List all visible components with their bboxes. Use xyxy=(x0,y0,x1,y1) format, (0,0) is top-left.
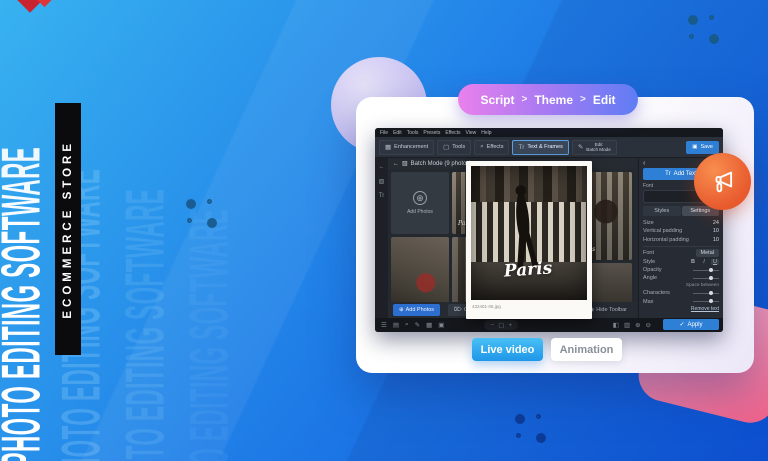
menu-file[interactable]: File xyxy=(380,130,388,136)
dots-pattern-left xyxy=(186,199,218,229)
step-script[interactable]: Script xyxy=(480,93,514,107)
animation-button[interactable]: Animation xyxy=(551,338,622,361)
pencil-icon: ✎ xyxy=(577,144,584,151)
dots-pattern-bottom xyxy=(515,414,547,444)
menu-edit[interactable]: Edit xyxy=(393,130,402,136)
add-photos-tile[interactable]: ⊕ Add Photos xyxy=(391,172,449,234)
enhancement-icon: ▦ xyxy=(385,144,392,151)
live-video-button[interactable]: Live video xyxy=(472,338,543,361)
ecommerce-store-label: ECOMMERCE STORE xyxy=(62,139,74,319)
effects-button[interactable]: ⌕ Effects xyxy=(474,139,510,155)
text-frames-button[interactable]: Tr Text & Frames xyxy=(512,139,569,155)
tool-rail: ← ▧ Tr xyxy=(375,158,388,318)
characters-row: Characters xyxy=(643,289,719,297)
magnifier-icon: ⌕ xyxy=(480,143,484,150)
paris-text-overlay: Paris xyxy=(503,258,553,282)
tab-styles[interactable]: Styles xyxy=(643,205,681,216)
selected-photo-frame[interactable]: Paris 432401-05.jpg xyxy=(466,161,592,319)
batch-mode-title: Batch Mode (9 photos) xyxy=(410,160,472,167)
apply-button[interactable]: ✓ Apply xyxy=(663,319,719,330)
photo-filename: 432401-05.jpg xyxy=(472,304,501,309)
enhancement-button[interactable]: ▦ Enhancement xyxy=(379,139,435,155)
hero-banner: PHOTO EDITING SOFTWARE PHOTO EDITING SOF… xyxy=(0,0,768,461)
photo-arcade-background xyxy=(471,166,587,203)
statusbar-right-icons: ◧ ▥ ⊕ ⊖ xyxy=(613,321,651,329)
grid-icon[interactable]: ▤ xyxy=(393,321,399,329)
zoom-out-icon[interactable]: − xyxy=(490,322,494,329)
bold-button[interactable]: B xyxy=(689,259,697,265)
max-row: Max xyxy=(643,298,719,306)
fit-icon[interactable]: ▢ xyxy=(498,321,504,329)
zoom-controls: − ▢ + xyxy=(484,320,519,330)
step-edit[interactable]: Edit xyxy=(593,93,616,107)
grid-cells-icon[interactable]: ▦ xyxy=(426,321,432,329)
search-icon[interactable]: ⌕ xyxy=(405,321,409,329)
check-icon: ✓ xyxy=(679,322,685,328)
photo-thumbnail[interactable]: Paris xyxy=(391,237,449,302)
style-row: Style B I U xyxy=(643,257,719,265)
frame-icon[interactable]: ▧ xyxy=(379,178,385,185)
menu-effects[interactable]: Effects xyxy=(445,130,460,136)
font-family-row: Font Metal xyxy=(643,249,719,258)
minus-icon[interactable]: ⊖ xyxy=(646,321,651,329)
photo-editor-window: File Edit Tools Presets Effects View Hel… xyxy=(375,128,723,332)
menu-tools[interactable]: Tools xyxy=(407,130,419,136)
vertical-title: PHOTO EDITING SOFTWARE xyxy=(0,0,53,461)
edit-batch-mode-button[interactable]: ✎ Edit Batch Mode xyxy=(571,139,617,155)
pencil-icon[interactable]: ✎ xyxy=(415,321,420,329)
megaphone-badge[interactable] xyxy=(694,153,751,210)
selected-photo: Paris xyxy=(471,166,587,300)
menu-bar: File Edit Tools Presets Effects View Hel… xyxy=(375,128,723,137)
text-tool-icon[interactable]: Tr xyxy=(379,193,384,199)
menu-view[interactable]: View xyxy=(466,130,477,136)
plus-icon[interactable]: ⊕ xyxy=(635,321,640,329)
angle-slider[interactable] xyxy=(693,275,719,280)
workflow-breadcrumb: Script > Theme > Edit xyxy=(458,84,638,115)
max-slider[interactable] xyxy=(693,299,719,304)
panel-tabs: Styles Settings xyxy=(643,205,719,216)
ecommerce-store-ribbon: ECOMMERCE STORE xyxy=(55,103,81,355)
save-small-icon[interactable]: ▣ xyxy=(438,321,444,329)
tools-button[interactable]: ▢ Tools xyxy=(437,139,472,155)
save-button[interactable]: ▣ Save xyxy=(686,140,719,154)
size-row[interactable]: Size 24 xyxy=(643,219,719,227)
add-photos-button[interactable]: ⊕ Add Photos xyxy=(393,304,441,316)
underline-button[interactable]: U xyxy=(711,258,719,265)
panel-left-icon[interactable]: ◧ xyxy=(613,321,619,329)
opacity-slider[interactable] xyxy=(693,267,719,272)
text-icon: Tr xyxy=(518,143,525,151)
remove-text-link[interactable]: Remove text xyxy=(643,306,719,312)
title-echo-3: PHOTO EDITING SOFTWARE xyxy=(178,208,240,461)
menu-icon[interactable]: ☰ xyxy=(381,321,387,329)
title-echo-2: PHOTO EDITING SOFTWARE xyxy=(114,188,176,461)
angle-row: Angle xyxy=(643,274,719,282)
crop-icon: ▢ xyxy=(443,144,450,151)
zoom-in-icon[interactable]: + xyxy=(508,322,512,329)
trash-icon: ⌦ xyxy=(454,307,462,313)
text-icon: Tr xyxy=(665,171,671,178)
characters-slider[interactable] xyxy=(693,290,719,295)
panel-right-icon[interactable]: ▥ xyxy=(624,321,630,329)
editor-toolbar: ▦ Enhancement ▢ Tools ⌕ Effects Tr Text … xyxy=(375,137,723,158)
megaphone-icon xyxy=(715,171,732,192)
back-arrow-icon[interactable]: ← xyxy=(379,164,385,170)
italic-button[interactable]: I xyxy=(700,259,708,265)
back-icon[interactable]: ← xyxy=(393,161,399,167)
dots-pattern-top-right xyxy=(688,15,720,45)
menu-help[interactable]: Help xyxy=(481,130,491,136)
save-icon: ▣ xyxy=(692,144,698,150)
chevron-separator-icon: > xyxy=(580,94,586,105)
font-family-select[interactable]: Metal xyxy=(695,249,719,258)
plus-circle-icon: ⊕ xyxy=(399,307,404,313)
photo-icon: ▧ xyxy=(402,161,408,167)
menu-presets[interactable]: Presets xyxy=(423,130,440,136)
chevron-separator-icon: > xyxy=(521,94,528,105)
photo-striped-columns xyxy=(471,202,587,263)
vertical-padding-row[interactable]: Vertical padding 10 xyxy=(643,227,719,235)
plus-circle-icon: ⊕ xyxy=(413,191,427,205)
step-theme[interactable]: Theme xyxy=(534,93,573,107)
opacity-row: Opacity xyxy=(643,266,719,274)
horizontal-padding-row[interactable]: Horizontal padding 10 xyxy=(643,236,719,244)
divider xyxy=(643,246,719,248)
